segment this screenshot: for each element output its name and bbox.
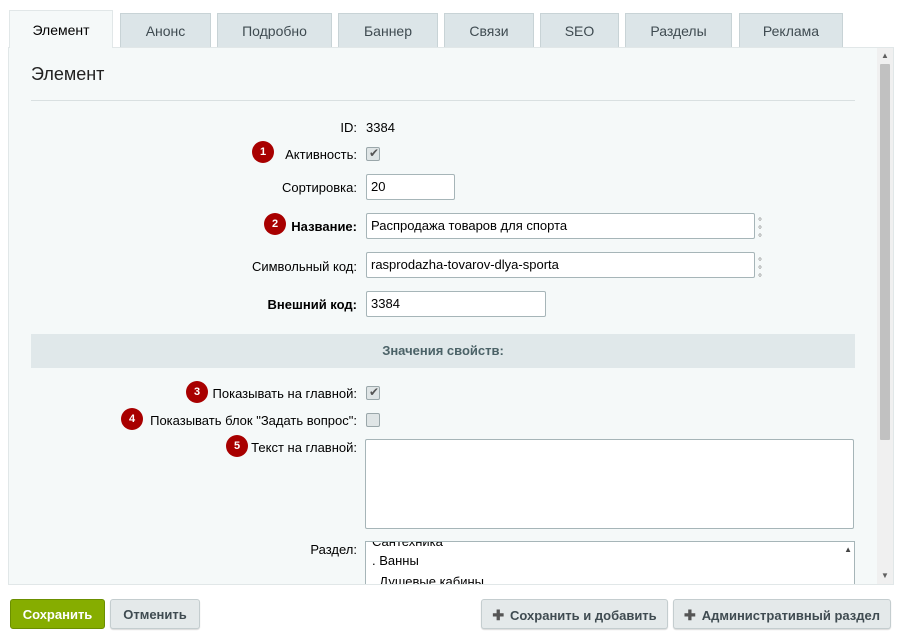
tab-seo[interactable]: SEO (540, 13, 619, 47)
panel-title: Элемент (31, 64, 105, 84)
tab-sections[interactable]: Разделы (625, 13, 732, 47)
code-input[interactable]: rasprodazha-tovarov-dlya-sporta (366, 252, 755, 278)
scroll-down-icon[interactable]: ▼ (877, 568, 893, 584)
admin-section-label: Административный раздел (701, 608, 881, 623)
panel-scrollbar[interactable]: ▲ ▼ (877, 48, 893, 584)
check-icon: ✔ (369, 146, 380, 160)
tab-element[interactable]: Элемент (9, 10, 113, 48)
title-divider (31, 100, 855, 101)
save-button[interactable]: Сохранить (10, 599, 105, 629)
main-text-label: Текст на главной: (251, 440, 357, 455)
translit-icon[interactable]: ° ° ° (758, 218, 772, 244)
listbox-scroll-up-icon[interactable]: ▲ (844, 545, 852, 554)
active-label: Активность: (285, 147, 357, 162)
tab-advertising[interactable]: Реклама (739, 13, 843, 47)
translit-sync-icon[interactable]: ° ° ° (758, 258, 772, 284)
cancel-button[interactable]: Отменить (110, 599, 200, 629)
admin-section-button[interactable]: ✚ Административный раздел (673, 599, 891, 629)
plus-icon: ✚ (492, 607, 505, 623)
section-option[interactable]: . Ванны (372, 553, 419, 568)
xml-id-label: Внешний код: (267, 297, 357, 312)
name-input[interactable]: Распродажа товаров для спорта (366, 213, 755, 239)
sort-input[interactable]: 20 (366, 174, 455, 200)
plus-icon: ✚ (683, 607, 696, 623)
sort-label: Сортировка: (282, 180, 357, 195)
show-main-label: Показывать на главной: (212, 386, 357, 401)
tab-bar: Элемент Анонс Подробно Баннер Связи SEO … (0, 0, 900, 48)
element-edit-panel: Элемент ID: 3384 1 Активность: ✔ Сортиро… (8, 47, 894, 585)
show-ask-checkbox[interactable] (366, 413, 380, 427)
name-label: Название: (291, 219, 357, 234)
show-ask-label: Показывать блок "Задать вопрос": (150, 413, 357, 428)
active-checkbox[interactable]: ✔ (366, 146, 380, 161)
section-option[interactable]: . Душевые кабины (372, 574, 484, 584)
main-text-textarea[interactable] (365, 439, 854, 529)
scroll-up-icon[interactable]: ▲ (877, 48, 893, 64)
xml-id-input[interactable]: 3384 (366, 291, 546, 317)
section-option[interactable]: Сантехника (372, 542, 443, 549)
code-label: Символьный код: (251, 259, 357, 274)
tab-announce[interactable]: Анонс (120, 13, 211, 47)
id-value: 3384 (366, 120, 395, 135)
section-label: Раздел: (310, 542, 357, 557)
show-main-checkbox[interactable]: ✔ (366, 385, 380, 400)
properties-section-header: Значения свойств: (31, 334, 855, 368)
check-icon: ✔ (369, 385, 380, 399)
tab-links[interactable]: Связи (444, 13, 534, 47)
save-and-add-label: Сохранить и добавить (510, 608, 657, 623)
scrollbar-thumb[interactable] (880, 64, 890, 440)
save-and-add-button[interactable]: ✚ Сохранить и добавить (481, 599, 668, 629)
section-listbox[interactable]: Сантехника . Ванны . Душевые кабины ▲ (365, 541, 855, 584)
id-label: ID: (340, 120, 357, 135)
tab-details[interactable]: Подробно (217, 13, 332, 47)
tab-banner[interactable]: Баннер (338, 13, 438, 47)
